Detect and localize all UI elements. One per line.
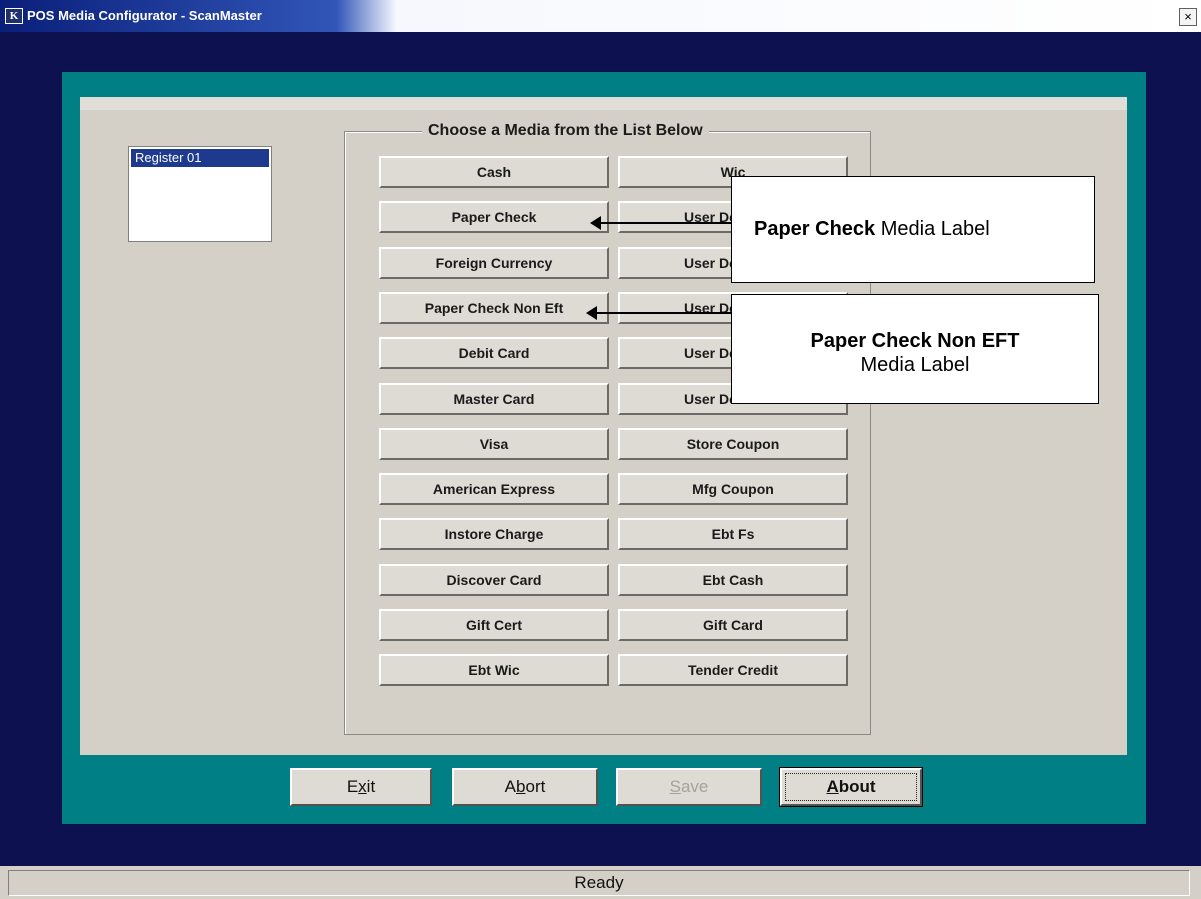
register-list[interactable]: Register 01 xyxy=(128,146,272,242)
callout-text: Media Label xyxy=(860,354,970,376)
close-icon[interactable]: × xyxy=(1179,8,1197,26)
status-text: Ready xyxy=(8,870,1190,896)
callout-text: Media Label xyxy=(880,218,990,240)
media-button-store-coupon[interactable]: Store Coupon xyxy=(618,428,848,460)
paper-check-callout: Paper Check Media Label xyxy=(731,176,1095,283)
panel-top-strip xyxy=(80,97,1127,110)
callout-arrow-line xyxy=(596,312,731,314)
media-button-debit-card[interactable]: Debit Card xyxy=(379,337,609,369)
app-window: K POS Media Configurator - ScanMaster × … xyxy=(0,0,1201,899)
media-button-tender-credit[interactable]: Tender Credit xyxy=(618,654,848,686)
button-text: ave xyxy=(680,777,709,796)
media-button-cash[interactable]: Cash xyxy=(379,156,609,188)
button-text: A xyxy=(504,777,517,796)
button-mnemonic: S xyxy=(669,777,681,796)
media-button-ebt-cash[interactable]: Ebt Cash xyxy=(618,564,848,596)
register-item-01[interactable]: Register 01 xyxy=(131,149,269,167)
media-button-discover-card[interactable]: Discover Card xyxy=(379,564,609,596)
media-button-american-express[interactable]: American Express xyxy=(379,473,609,505)
button-mnemonic: x xyxy=(358,777,367,796)
media-button-master-card[interactable]: Master Card xyxy=(379,383,609,415)
callout-title: Paper Check xyxy=(754,218,876,240)
media-button-gift-cert[interactable]: Gift Cert xyxy=(379,609,609,641)
button-text: it xyxy=(366,777,376,796)
focus-rect xyxy=(785,773,917,801)
exit-button[interactable]: Exit xyxy=(290,768,432,806)
title-bar[interactable]: K POS Media Configurator - ScanMaster × xyxy=(0,0,1201,32)
media-button-gift-card[interactable]: Gift Card xyxy=(618,609,848,641)
media-group-title: Choose a Media from the List Below xyxy=(422,120,709,142)
media-button-ebt-wic[interactable]: Ebt Wic xyxy=(379,654,609,686)
media-button-mfg-coupon[interactable]: Mfg Coupon xyxy=(618,473,848,505)
media-button-foreign-currency[interactable]: Foreign Currency xyxy=(379,247,609,279)
save-button[interactable]: Save xyxy=(616,768,762,806)
about-button[interactable]: About xyxy=(779,767,923,807)
media-button-ebt-fs[interactable]: Ebt Fs xyxy=(618,518,848,550)
status-bar: Ready xyxy=(0,866,1201,899)
left-arrow-icon xyxy=(586,306,597,320)
button-text: E xyxy=(346,777,359,796)
paper-check-non-eft-callout: Paper Check Non EFT Media Label xyxy=(731,294,1099,404)
callout-title: Paper Check Non EFT xyxy=(810,330,1020,352)
left-arrow-icon xyxy=(590,216,601,230)
abort-button[interactable]: Abort xyxy=(452,768,598,806)
media-button-instore-charge[interactable]: Instore Charge xyxy=(379,518,609,550)
callout-arrow-line xyxy=(600,222,731,224)
media-button-paper-check[interactable]: Paper Check xyxy=(379,201,609,233)
button-text: ort xyxy=(525,777,546,796)
window-title: POS Media Configurator - ScanMaster xyxy=(27,8,262,23)
app-icon[interactable]: K xyxy=(5,8,23,24)
media-button-paper-check-non-eft[interactable]: Paper Check Non Eft xyxy=(379,292,609,324)
media-button-visa[interactable]: Visa xyxy=(379,428,609,460)
